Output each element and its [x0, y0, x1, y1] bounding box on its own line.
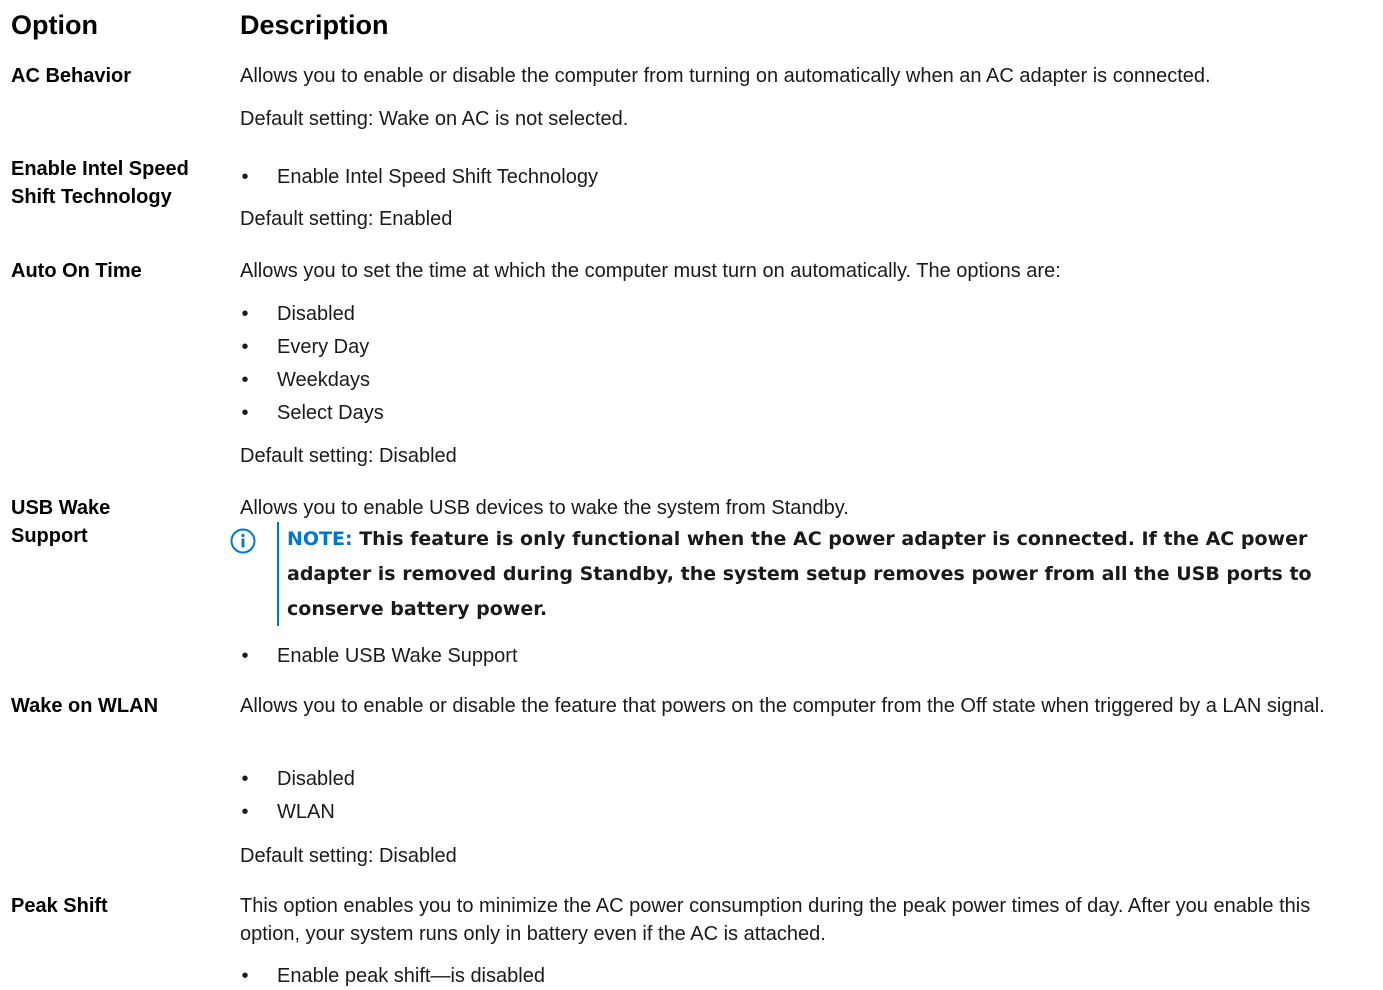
note-label: NOTE:: [287, 528, 353, 550]
bullet-icon: •: [241, 801, 249, 823]
wake-on-wlan-description: Allows you to enable or disable the feat…: [240, 695, 1325, 717]
option-ac-behavior: AC Behavior: [11, 65, 132, 87]
bullet-icon: •: [241, 369, 249, 391]
usb-wake-description: Allows you to enable USB devices to wake…: [240, 497, 849, 519]
list-item-label: Weekdays: [277, 369, 371, 391]
bullet-icon: •: [241, 402, 249, 424]
ac-behavior-description: Allows you to enable or disable the comp…: [240, 65, 1211, 87]
list-item-label: Select Days: [277, 402, 384, 424]
wake-on-wlan-default: Default setting: Disabled: [240, 845, 457, 867]
note-block: NOTE: This feature is only functional wh…: [287, 522, 1367, 627]
list-item-label: Disabled: [277, 768, 355, 790]
bullet-icon: •: [241, 768, 249, 790]
option-peak-shift: Peak Shift: [11, 895, 108, 917]
note-body: This feature is only functional when the…: [287, 528, 1312, 620]
bullet-icon: •: [241, 645, 249, 667]
option-auto-on-time: Auto On Time: [11, 260, 142, 282]
option-intel-speed-shift: Enable Intel Speed Shift Technology: [11, 158, 189, 208]
list-item-label: Enable USB Wake Support: [277, 645, 518, 667]
peak-shift-description: This option enables you to minimize the …: [240, 895, 1311, 945]
auto-on-time-description: Allows you to set the time at which the …: [240, 260, 1061, 282]
option-wake-on-wlan: Wake on WLAN: [11, 695, 159, 717]
bullet-icon: •: [241, 336, 249, 358]
note-divider: [277, 522, 279, 626]
bullet-icon: •: [241, 965, 249, 987]
ac-behavior-default: Default setting: Wake on AC is not selec…: [240, 108, 629, 130]
option-column-header: Option: [11, 10, 98, 40]
list-item-label: WLAN: [277, 801, 335, 823]
bullet-icon: •: [241, 303, 249, 325]
list-item-label: Enable Intel Speed Shift Technology: [277, 166, 598, 188]
auto-on-time-default: Default setting: Disabled: [240, 445, 457, 467]
list-item-label: Every Day: [277, 336, 370, 358]
list-item-label: Disabled: [277, 303, 355, 325]
list-item-label: Enable peak shift—is disabled: [277, 965, 545, 987]
bullet-icon: •: [241, 166, 249, 188]
description-column-header: Description: [240, 10, 389, 40]
intel-speed-shift-default: Default setting: Enabled: [240, 208, 453, 230]
info-circle-icon: [230, 528, 256, 554]
option-usb-wake-support: USB Wake Support: [11, 497, 111, 547]
